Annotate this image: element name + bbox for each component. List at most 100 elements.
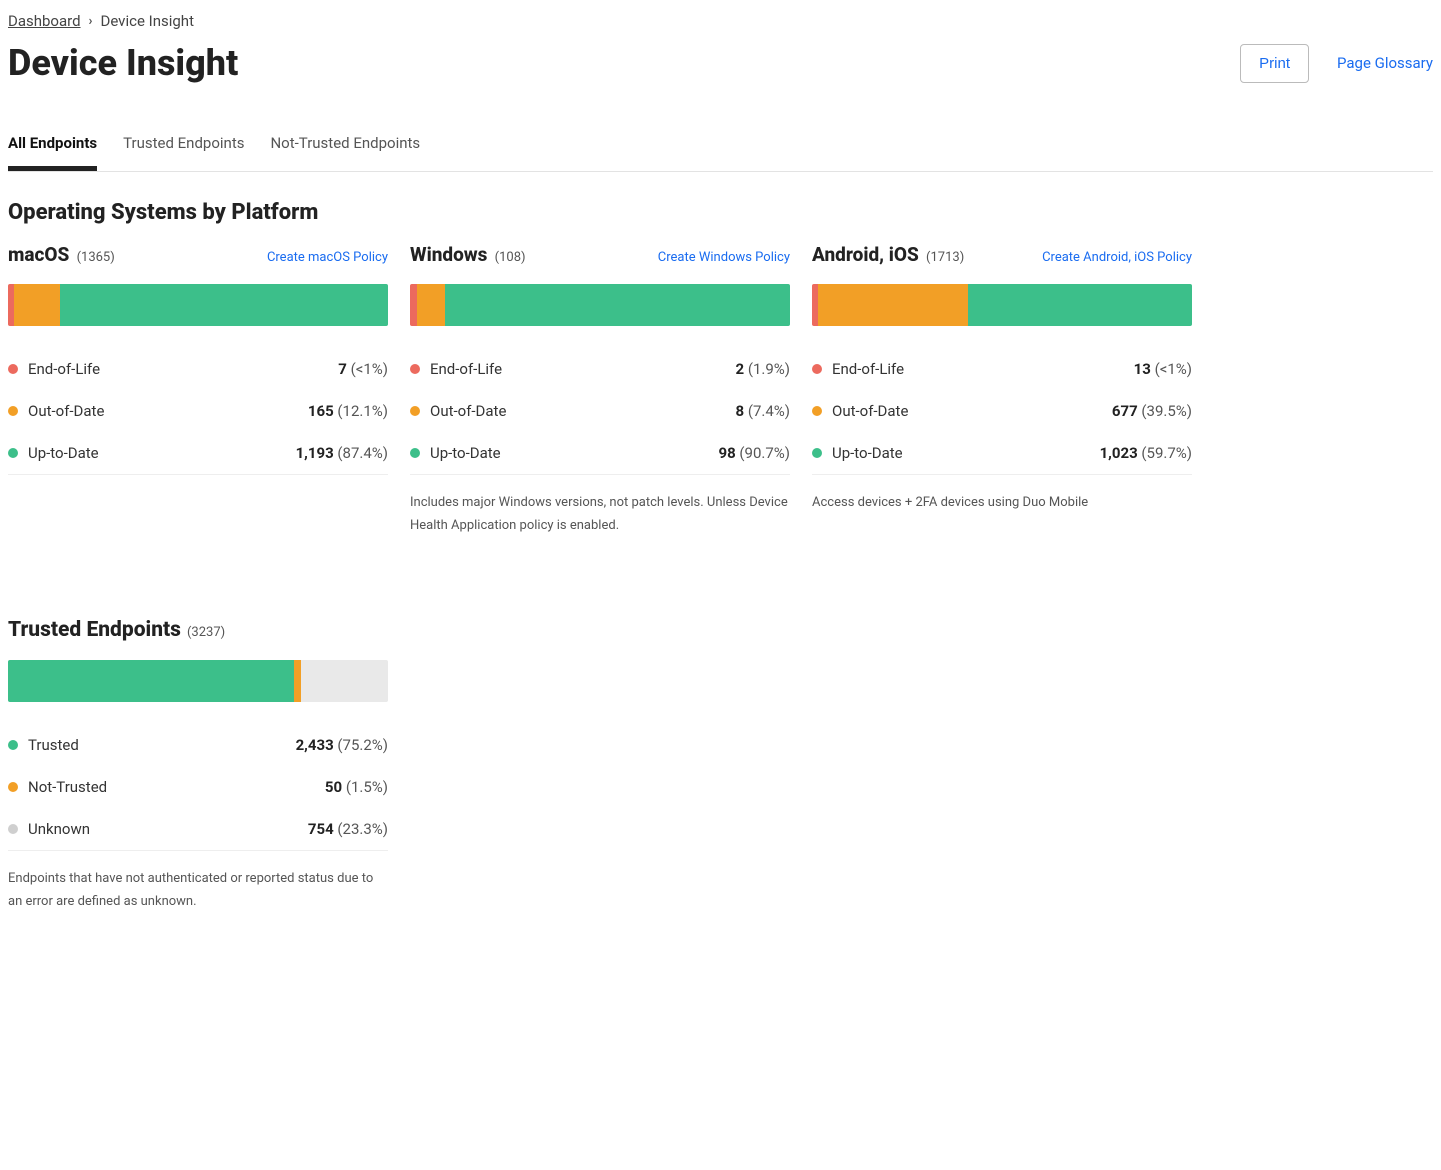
print-button[interactable]: Print [1240,44,1309,83]
legend-label-text: Not-Trusted [28,778,107,796]
section-os-title: Operating Systems by Platform [8,200,1433,225]
legend-value: 8 (7.4%) [736,402,791,420]
os-card-macos: macOS (1365) Create macOS Policy End-of-Li… [8,243,388,538]
legend-dot-icon [410,364,420,374]
os-android-ios-legend-row: Up-to-Date 1,023 (59.7%) [812,432,1192,474]
os-card-count: (1365) [73,250,114,265]
create-policy-link-windows[interactable]: Create Windows Policy [658,250,790,265]
legend-label-text: End-of-Life [832,360,904,378]
legend-value-number: 7 [338,360,347,378]
os-windows-legend: End-of-Life 2 (1.9%) Out-of-Date 8 (7.4%) Up… [410,348,790,475]
os-card-count: (108) [491,250,525,265]
legend-value-number: 1,023 [1100,444,1138,462]
trusted-bar-seg-green [8,660,294,702]
legend-value-number: 98 [718,444,735,462]
trusted-note: Endpoints that have not authenticated or… [8,867,388,914]
legend-value-pct: (87.4%) [334,444,388,462]
os-card-title: Android, iOS [812,243,919,266]
os-macos-bar-seg-green [60,284,388,326]
tab-trusted-endpoints[interactable]: Trusted Endpoints [123,124,244,171]
page-header: Device Insight Print Page Glossary [8,42,1433,84]
os-windows-legend-row: Up-to-Date98 (90.7%) [410,432,790,474]
legend-value-number: 50 [325,778,342,796]
trusted-bar-seg-grey [301,660,388,702]
trusted-legend-row: Not-Trusted50 (1.5%) [8,766,388,808]
os-macos-legend-row: End-of-Life 7 (<1%) [8,348,388,390]
tab-all-endpoints[interactable]: All Endpoints [8,124,97,171]
os-android-ios-bar [812,284,1192,326]
os-windows-legend-row: End-of-Life 2 (1.9%) [410,348,790,390]
os-android-ios-bar-seg-orange [818,284,968,326]
os-cards-row: macOS (1365) Create macOS Policy End-of-Li… [8,243,1433,538]
legend-value: 677 (39.5%) [1112,402,1192,420]
legend-value-number: 1,193 [296,444,334,462]
trusted-bar-seg-orange [294,660,302,702]
os-windows-bar-seg-orange [417,284,445,326]
legend-label: End-of-Life [812,360,904,378]
tabs-divider [8,171,1433,172]
os-macos-legend-row: Up-to-Date 1,193 (87.4%) [8,432,388,474]
legend-value-pct: (90.7%) [736,444,790,462]
legend-label-text: Up-to-Date [28,444,99,462]
tab-not-trusted-endpoints[interactable]: Not-Trusted Endpoints [270,124,420,171]
legend-label: Not-Trusted [8,778,107,796]
trusted-endpoints-title: Trusted Endpoints [8,618,181,642]
os-card-count: (1713) [923,250,964,265]
legend-dot-icon [812,448,822,458]
legend-dot-icon [812,406,822,416]
os-card-head: macOS (1365) Create macOS Policy [8,243,388,266]
legend-value-number: 165 [308,402,334,420]
legend-value-number: 754 [308,820,334,838]
legend-value-pct: (39.5%) [1138,402,1192,420]
os-card-head: Windows (108) Create Windows Policy [410,243,790,266]
trusted-endpoints-section: Trusted Endpoints (3237) Trusted2,433 (7… [8,618,1433,914]
legend-label: Out-of-Date [410,402,506,420]
legend-label-text: End-of-Life [28,360,100,378]
os-card-title-wrap: Windows (108) [410,243,526,266]
legend-value-pct: (<1%) [1151,360,1192,378]
page-glossary-link[interactable]: Page Glossary [1337,54,1433,72]
trusted-legend: Trusted2,433 (75.2%)Not-Trusted50 (1.5%)… [8,724,388,851]
legend-value: 165 (12.1%) [308,402,388,420]
legend-label: Out-of-Date [812,402,908,420]
breadcrumb-current: Device Insight [100,12,194,30]
os-macos-bar [8,284,388,326]
breadcrumb-root[interactable]: Dashboard [8,12,81,30]
legend-label-text: Trusted [28,736,79,754]
legend-dot-icon [8,782,18,792]
legend-value-pct: (59.7%) [1138,444,1192,462]
breadcrumb: Dashboard › Device Insight [8,8,1433,42]
legend-label-text: End-of-Life [430,360,502,378]
legend-dot-icon [8,448,18,458]
trusted-legend-row: Unknown754 (23.3%) [8,808,388,850]
legend-value-number: 677 [1112,402,1138,420]
os-card-note: Includes major Windows versions, not pat… [410,491,790,538]
legend-dot-icon [410,406,420,416]
legend-dot-icon [8,364,18,374]
legend-label: Trusted [8,736,79,754]
create-policy-link-macos[interactable]: Create macOS Policy [267,250,388,265]
os-card-android-ios: Android, iOS (1713) Create Android, iOS P… [812,243,1192,538]
legend-value: 2 (1.9%) [736,360,791,378]
os-card-head: Android, iOS (1713) Create Android, iOS P… [812,243,1192,266]
os-macos-legend-row: Out-of-Date165 (12.1%) [8,390,388,432]
trusted-legend-row: Trusted 2,433 (75.2%) [8,724,388,766]
os-card-title: macOS [8,243,69,266]
legend-value: 2,433 (75.2%) [296,736,388,754]
os-card-windows: Windows (108) Create Windows Policy End-of… [410,243,790,538]
create-policy-link-android-ios[interactable]: Create Android, iOS Policy [1042,250,1192,265]
os-macos-bar-seg-orange [14,284,60,326]
trusted-bar [8,660,388,702]
os-card-title: Windows [410,243,487,266]
chevron-right-icon: › [89,14,93,29]
legend-value-pct: (23.3%) [334,820,388,838]
legend-value-pct: (1.9%) [744,360,790,378]
os-android-ios-legend-row: End-of-Life 13 (<1%) [812,348,1192,390]
legend-value: 7 (<1%) [338,360,388,378]
legend-value: 754 (23.3%) [308,820,388,838]
legend-dot-icon [812,364,822,374]
os-card-title-wrap: Android, iOS (1713) [812,243,964,266]
legend-label-text: Up-to-Date [832,444,903,462]
legend-value-number: 8 [736,402,745,420]
legend-value: 13 (<1%) [1134,360,1192,378]
